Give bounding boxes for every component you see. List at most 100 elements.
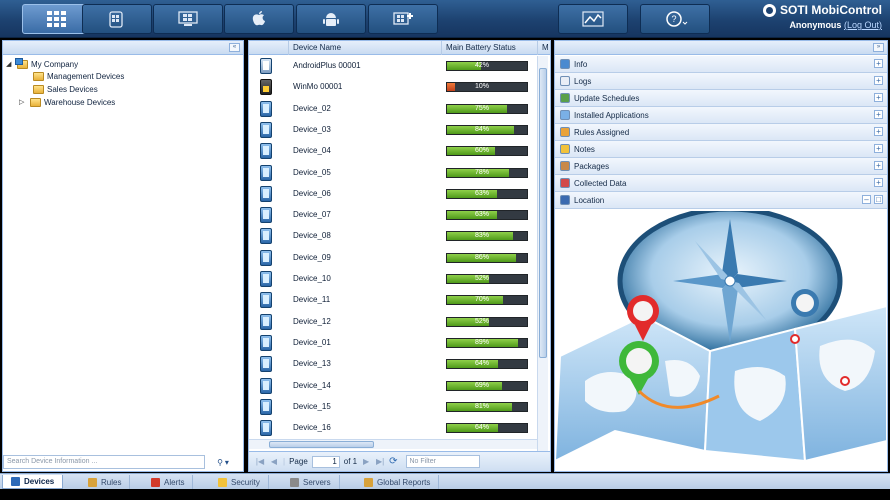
devices-icon <box>11 477 20 486</box>
svg-text:?: ? <box>671 14 676 24</box>
search-device-input[interactable]: Search Device Information ... <box>3 455 205 469</box>
table-row[interactable]: Device_16 64% <box>249 418 537 439</box>
help-button[interactable]: ? <box>640 4 710 34</box>
expand-section-button[interactable]: + <box>874 110 883 119</box>
maximize-section-button[interactable]: □ <box>874 195 883 204</box>
vertical-scrollbar[interactable] <box>537 56 548 454</box>
device-name: Device_07 <box>293 210 331 220</box>
tab-alerts[interactable]: Alerts <box>143 475 194 489</box>
search-button[interactable]: ⚲ ▾ <box>208 454 238 470</box>
section-update-schedules[interactable]: Update Schedules + <box>555 90 887 107</box>
section-notes[interactable]: Notes + <box>555 141 887 158</box>
table-row[interactable]: Device_04 60% <box>249 141 537 162</box>
section-location[interactable]: Location – □ <box>555 192 887 209</box>
logout-link[interactable]: (Log Out) <box>844 20 882 30</box>
column-header-battery[interactable]: Main Battery Status <box>442 41 538 55</box>
section-info[interactable]: Info + <box>555 56 887 73</box>
tab-security[interactable]: Security <box>210 475 269 489</box>
tab-rules[interactable]: Rules <box>80 475 131 489</box>
tree-node-sales-devices[interactable]: Sales Devices <box>33 83 98 95</box>
tab-global-reports[interactable]: Global Reports <box>356 475 440 489</box>
tree-node-warehouse-devices[interactable]: ▷ Warehouse Devices <box>19 96 115 108</box>
table-row[interactable]: Device_10 52% <box>249 269 537 290</box>
reports-button[interactable] <box>558 4 628 34</box>
first-page-icon[interactable]: |◀ <box>255 457 265 466</box>
apple-button[interactable] <box>224 4 294 34</box>
tree-node-label: Sales Devices <box>47 84 98 94</box>
icon-column-header <box>249 41 289 55</box>
next-page-icon[interactable]: ▶ <box>361 457 371 466</box>
collapse-right-button[interactable]: » <box>873 43 884 52</box>
expand-section-button[interactable]: + <box>874 161 883 170</box>
section-installed-applications[interactable]: Installed Applications + <box>555 107 887 124</box>
tab-devices[interactable]: Devices <box>2 475 64 489</box>
tree-node-label: Warehouse Devices <box>44 97 116 107</box>
scroll-thumb[interactable] <box>269 441 374 448</box>
table-row[interactable]: Device_07 63% <box>249 205 537 226</box>
column-header-more[interactable]: M <box>538 41 552 55</box>
tree-node-root[interactable]: ◢ My Company <box>6 57 79 70</box>
tab-label: Servers <box>303 477 331 487</box>
brand-name: SOTI MobiControl <box>780 3 882 17</box>
page-number-input[interactable]: 1 <box>311 455 340 468</box>
blue-location-pin-icon <box>791 289 819 317</box>
battery-percent: 78% <box>474 168 489 176</box>
table-row[interactable]: Device_08 83% <box>249 226 537 247</box>
table-row[interactable]: Device_06 63% <box>249 184 537 205</box>
battery-bar: 78% <box>446 167 528 178</box>
expand-section-button[interactable]: + <box>874 178 883 187</box>
table-row[interactable]: Device_05 78% <box>249 163 537 184</box>
table-row[interactable]: AndroidPlus 00001 42% <box>249 56 537 77</box>
windows-desktop-button[interactable] <box>153 4 223 34</box>
tree-node-label: My Company <box>31 59 79 69</box>
security-icon <box>218 477 227 487</box>
collapse-section-button[interactable]: – <box>862 195 871 204</box>
table-row[interactable]: Device_14 69% <box>249 376 537 397</box>
tree-node-management-devices[interactable]: Management Devices <box>33 70 124 82</box>
windows-mobile-button[interactable] <box>82 4 152 34</box>
last-page-icon[interactable]: ▶| <box>375 457 385 466</box>
horizontal-scrollbar[interactable] <box>249 439 537 449</box>
expand-section-button[interactable]: + <box>874 59 883 68</box>
windows-add-button[interactable] <box>368 4 438 34</box>
table-row[interactable]: Device_12 52% <box>249 312 537 333</box>
tab-servers[interactable]: Servers <box>282 475 340 489</box>
battery-bar: 10% <box>446 82 528 93</box>
prev-page-icon[interactable]: ◀ <box>269 457 279 466</box>
column-header-device-name[interactable]: Device Name <box>289 41 442 55</box>
expand-section-button[interactable]: + <box>874 144 883 153</box>
info-panel-header: » <box>555 41 887 55</box>
device-name: Device_10 <box>293 274 331 283</box>
expand-section-button[interactable]: + <box>874 76 883 85</box>
section-logs[interactable]: Logs + <box>555 73 887 90</box>
scroll-thumb[interactable] <box>539 68 547 358</box>
table-row[interactable]: Device_11 70% <box>249 290 537 311</box>
section-label: Location <box>574 195 605 205</box>
table-row[interactable]: Device_02 75% <box>249 99 537 120</box>
soti-logo-icon <box>763 3 777 17</box>
filter-input[interactable]: No Filter <box>405 455 480 468</box>
table-row[interactable]: Device_09 86% <box>249 248 537 269</box>
section-collected-data[interactable]: Collected Data + <box>555 175 887 192</box>
table-row[interactable]: WinMo 00001 10% <box>249 77 537 98</box>
installed-applications-icon <box>560 110 570 120</box>
table-row[interactable]: Device_01 89% <box>249 333 537 354</box>
battery-percent: 75% <box>474 104 489 112</box>
table-row[interactable]: Device_13 64% <box>249 354 537 375</box>
logs-icon <box>560 76 570 86</box>
expand-arrow-icon[interactable]: ▷ <box>19 98 27 106</box>
section-rules-assigned[interactable]: Rules Assigned + <box>555 124 887 141</box>
table-row[interactable]: Device_03 84% <box>249 120 537 141</box>
battery-percent: 52% <box>474 317 489 325</box>
collapse-left-button[interactable]: « <box>229 43 240 52</box>
android-button[interactable] <box>296 4 366 34</box>
battery-bar: 42% <box>446 61 528 71</box>
expand-section-button[interactable]: + <box>874 93 883 102</box>
expand-section-button[interactable]: + <box>874 127 883 136</box>
device-name: Device_04 <box>293 146 331 156</box>
device-name: Device_03 <box>293 124 331 134</box>
refresh-icon[interactable]: ⟳ <box>389 456 397 467</box>
expand-arrow-icon[interactable]: ◢ <box>6 60 14 68</box>
table-row[interactable]: Device_15 81% <box>249 397 537 418</box>
section-packages[interactable]: Packages + <box>555 158 887 175</box>
